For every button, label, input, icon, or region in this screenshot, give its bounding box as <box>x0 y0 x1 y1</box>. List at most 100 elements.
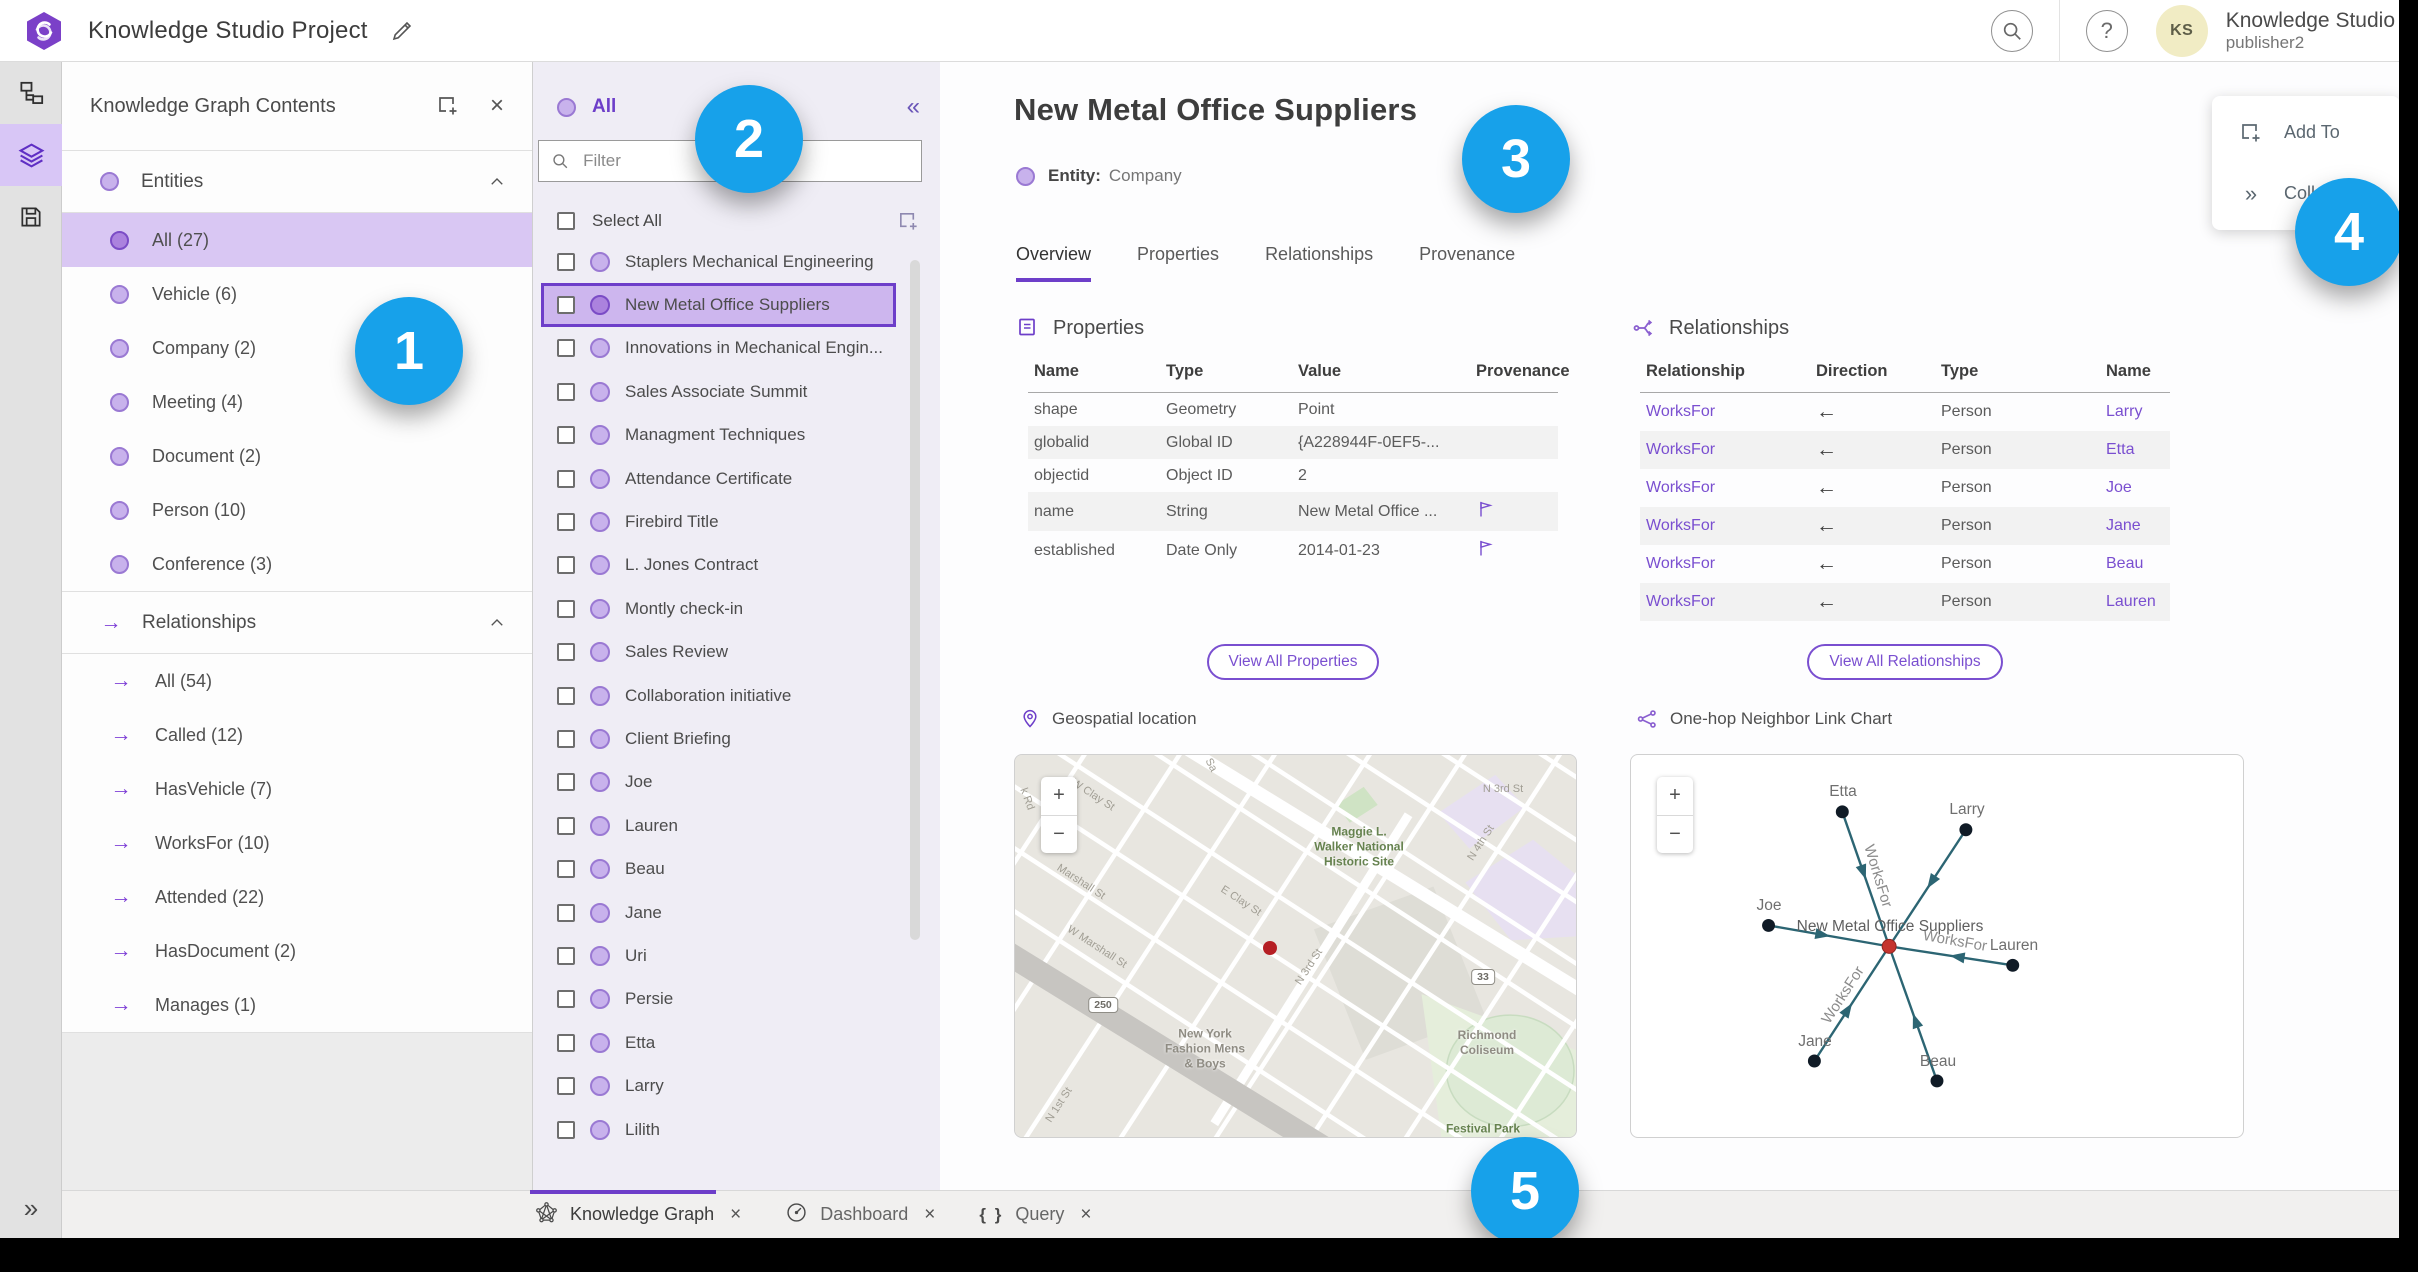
chevron-up-icon[interactable] <box>488 614 506 632</box>
rail-layers-button[interactable] <box>0 124 62 186</box>
relationships-section-header[interactable]: → Relationships <box>62 592 532 653</box>
item-checkbox[interactable] <box>557 1033 575 1052</box>
graph-list-item[interactable]: Sales Associate Summit <box>533 370 940 413</box>
graph-list-item[interactable]: Managment Techniques <box>533 414 940 457</box>
related-entity-link[interactable]: Beau <box>2106 555 2143 572</box>
graph-list-item[interactable]: Sales Review <box>533 631 940 674</box>
relationship-link[interactable]: WorksFor <box>1646 593 1715 610</box>
item-checkbox[interactable] <box>557 426 575 445</box>
item-checkbox[interactable] <box>557 773 575 792</box>
close-tab-icon[interactable]: × <box>1080 1204 1091 1226</box>
add-to-menu-item[interactable]: Add To <box>2212 102 2400 163</box>
relationship-link[interactable]: WorksFor <box>1646 479 1715 496</box>
item-checkbox[interactable] <box>557 816 575 835</box>
geospatial-map[interactable]: k Rd W Clay St Sa N 3rd St N 4th St Marshall … <box>1014 754 1577 1138</box>
relationship-link[interactable]: WorksFor <box>1646 555 1715 572</box>
link-chart[interactable]: Etta Larry Joe Lauren Jane Beau New Metal Offi… <box>1630 754 2244 1138</box>
graph-list-item[interactable]: Uri <box>533 934 940 977</box>
item-checkbox[interactable] <box>557 599 575 618</box>
view-all-relationships-button[interactable]: View All Relationships <box>1807 644 2003 680</box>
relationship-type-item[interactable]: → Manages (1) <box>62 978 532 1032</box>
tab-provenance[interactable]: Provenance <box>1419 244 1515 282</box>
graph-list-item[interactable]: Montly check-in <box>533 587 940 630</box>
graph-node-label[interactable]: Joe <box>1757 897 1782 915</box>
item-checkbox[interactable] <box>557 296 575 315</box>
bottom-tab-dashboard[interactable]: Dashboard × <box>785 1201 935 1229</box>
graph-node-label[interactable]: Beau <box>1920 1053 1956 1071</box>
graph-list-item[interactable]: Larry <box>533 1064 940 1107</box>
item-checkbox[interactable] <box>557 1120 575 1139</box>
graph-list-item[interactable]: Client Briefing <box>533 717 940 760</box>
rail-expand-button[interactable]: » <box>0 1193 62 1224</box>
graph-list-item[interactable]: Joe <box>533 761 940 804</box>
tab-properties[interactable]: Properties <box>1137 244 1219 282</box>
avatar[interactable]: KS <box>2155 4 2208 57</box>
relationship-type-item[interactable]: → HasVehicle (7) <box>62 762 532 816</box>
provenance-flag-icon[interactable] <box>1476 501 1496 523</box>
add-to-new-button[interactable] <box>436 94 460 118</box>
graph-node-label[interactable]: Larry <box>1949 801 1984 819</box>
entity-type-item[interactable]: Meeting (4) <box>62 375 532 429</box>
item-checkbox[interactable] <box>557 252 575 271</box>
search-button[interactable] <box>1990 9 2033 52</box>
zoom-out-button[interactable]: − <box>1041 816 1077 854</box>
provenance-flag-icon[interactable] <box>1476 540 1496 562</box>
tab-relationships[interactable]: Relationships <box>1265 244 1373 282</box>
graph-list-item[interactable]: Jane <box>533 891 940 934</box>
tab-overview[interactable]: Overview <box>1016 244 1092 282</box>
graph-list-item[interactable]: New Metal Office Suppliers <box>541 283 896 327</box>
item-checkbox[interactable] <box>557 903 575 922</box>
graph-list-item[interactable]: Etta <box>533 1021 940 1064</box>
graph-list-item[interactable]: L. Jones Contract <box>533 544 940 587</box>
select-all-checkbox[interactable] <box>557 212 575 230</box>
item-checkbox[interactable] <box>557 729 575 748</box>
edit-title-icon[interactable] <box>390 19 414 43</box>
graph-list-item[interactable]: Beau <box>533 847 940 890</box>
relationship-type-item[interactable]: → Attended (22) <box>62 870 532 924</box>
relationship-type-item[interactable]: → WorksFor (10) <box>62 816 532 870</box>
related-entity-link[interactable]: Etta <box>2106 441 2134 458</box>
entity-type-item[interactable]: Person (10) <box>62 483 532 537</box>
graph-list-item[interactable]: Lilith <box>533 1108 940 1151</box>
item-checkbox[interactable] <box>557 339 575 358</box>
graph-node-label[interactable]: Etta <box>1829 783 1857 801</box>
relationship-link[interactable]: WorksFor <box>1646 403 1715 420</box>
graph-list-item[interactable]: Lauren <box>533 804 940 847</box>
zoom-out-button[interactable]: − <box>1657 816 1693 854</box>
related-entity-link[interactable]: Larry <box>2106 403 2142 420</box>
graph-list-item[interactable]: Innovations in Mechanical Engin... <box>533 327 940 370</box>
graph-list-item[interactable]: Persie <box>533 978 940 1021</box>
related-entity-link[interactable]: Joe <box>2106 479 2132 496</box>
item-checkbox[interactable] <box>557 990 575 1009</box>
relationship-link[interactable]: WorksFor <box>1646 517 1715 534</box>
map-marker[interactable] <box>1263 941 1277 955</box>
item-checkbox[interactable] <box>557 513 575 532</box>
chevron-up-icon[interactable] <box>488 173 506 191</box>
close-panel-button[interactable]: × <box>490 94 504 118</box>
item-checkbox[interactable] <box>557 469 575 488</box>
user-info[interactable]: Knowledge Studio publisher2 <box>2226 9 2399 52</box>
entity-type-item[interactable]: Conference (3) <box>62 537 532 591</box>
rail-save-button[interactable] <box>0 186 62 248</box>
bottom-tab-query[interactable]: { } Query × <box>979 1201 1091 1229</box>
item-checkbox[interactable] <box>557 643 575 662</box>
graph-node-label[interactable]: Lauren <box>1990 937 2038 955</box>
entity-type-item[interactable]: All (27) <box>62 213 532 267</box>
help-button[interactable]: ? <box>2085 9 2128 52</box>
graph-list-item[interactable]: Firebird Title <box>533 500 940 543</box>
item-checkbox[interactable] <box>557 556 575 575</box>
zoom-in-button[interactable]: + <box>1657 777 1693 816</box>
item-checkbox[interactable] <box>557 686 575 705</box>
item-checkbox[interactable] <box>557 860 575 879</box>
rail-hierarchy-button[interactable] <box>0 62 62 124</box>
graph-node-label[interactable]: Jane <box>1798 1033 1832 1051</box>
relationship-type-item[interactable]: → All (54) <box>62 654 532 708</box>
item-checkbox[interactable] <box>557 946 575 965</box>
entity-type-item[interactable]: Vehicle (6) <box>62 267 532 321</box>
scrollbar-thumb[interactable] <box>910 260 920 940</box>
item-checkbox[interactable] <box>557 1077 575 1096</box>
item-checkbox[interactable] <box>557 382 575 401</box>
entity-type-item[interactable]: Document (2) <box>62 429 532 483</box>
collapse-panel-icon[interactable]: « <box>907 93 920 121</box>
graph-list-item[interactable]: Staplers Mechanical Engineering <box>533 240 940 283</box>
